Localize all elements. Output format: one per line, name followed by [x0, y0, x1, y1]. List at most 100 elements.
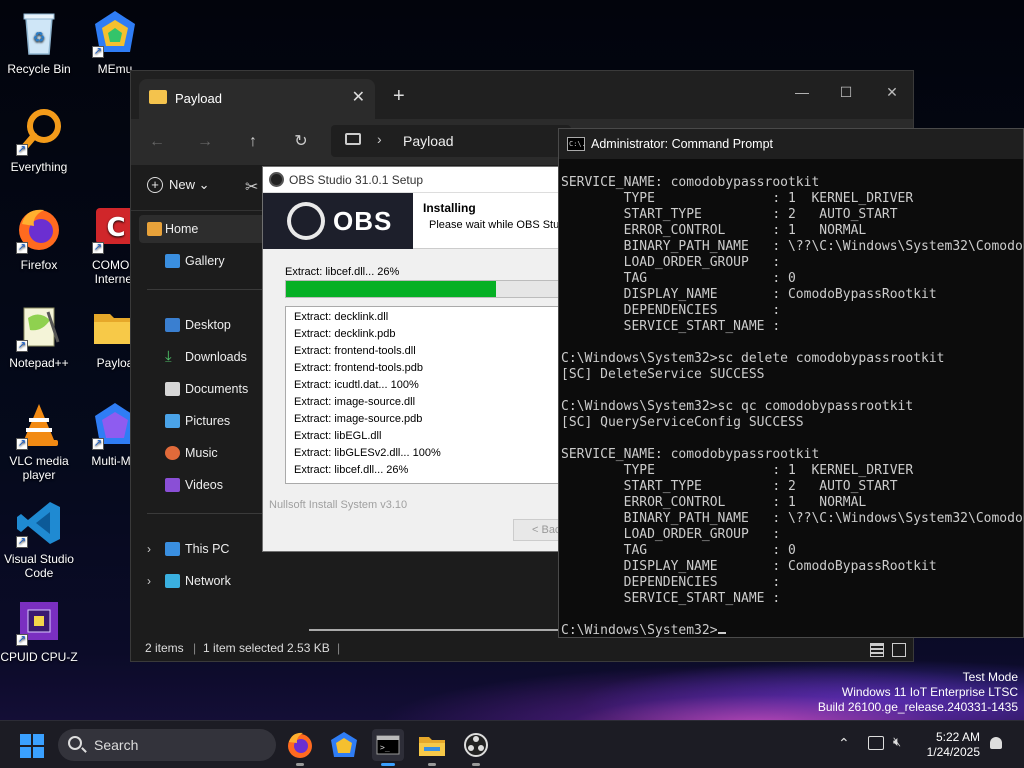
console-line: START_TYPE : 2 AUTO_START [561, 479, 898, 494]
shortcut-arrow-icon: ↗ [16, 634, 28, 646]
tiles-view-icon[interactable] [892, 643, 906, 657]
console-line: SERVICE_NAME: comodobypassrootkit [561, 175, 820, 190]
shortcut-arrow-icon: ↗ [92, 46, 104, 58]
desktop-icon-vlc[interactable]: ↗ VLC media player [0, 400, 78, 482]
console-line: TYPE : 1 KERNEL_DRIVER [561, 191, 914, 206]
taskbar-memu[interactable] [328, 729, 360, 761]
console-line: SERVICE_NAME: comodobypassrootkit [561, 447, 820, 462]
notification-bell-icon[interactable] [990, 737, 1002, 749]
close-window-button[interactable]: ✕ [869, 77, 915, 107]
details-view-icon[interactable] [870, 643, 884, 657]
shortcut-arrow-icon: ↗ [16, 438, 28, 450]
console-prompt-line[interactable]: C:\Windows\System32> [561, 623, 1023, 639]
search-label: Search [94, 737, 139, 753]
console-line: SERVICE_START_NAME : [561, 319, 781, 334]
watermark-line: Build 26100.ge_release.240331-1435 [817, 700, 1018, 714]
console-output[interactable]: SERVICE_NAME: comodobypassrootkit TYPE :… [561, 175, 1023, 639]
svg-text:C: C [106, 213, 125, 243]
cmd-icon: C:\. [567, 137, 586, 151]
address-bar[interactable]: › Payload [331, 125, 571, 157]
new-button[interactable]: + New ⌄ [147, 177, 210, 193]
explorer-tab-payload[interactable]: Payload ✕ [139, 79, 375, 119]
firefox-icon [288, 732, 312, 758]
log-line: Extract: frontend-tools.dll [294, 345, 416, 357]
shortcut-arrow-icon: ↗ [16, 340, 28, 352]
log-line: Extract: decklink.pdb [294, 328, 396, 340]
sidebar-item-label: Music [185, 446, 218, 460]
progress-fill [286, 281, 497, 297]
minimize-button[interactable]: — [779, 77, 825, 107]
sidebar-item-label: Pictures [185, 414, 231, 428]
back-button[interactable]: ← [143, 129, 171, 155]
console-line: DEPENDENCIES : [561, 575, 781, 590]
taskbar-command-prompt[interactable]: >_ [372, 729, 404, 766]
notepadpp-icon: ↗ [14, 302, 64, 352]
system-clock[interactable]: 5:22 AM 1/24/2025 [904, 730, 980, 760]
memu-icon: ↗ [90, 8, 140, 58]
sidebar-item-label: Home [165, 222, 199, 236]
obs-title-bar[interactable]: OBS Studio 31.0.1 Setup [263, 167, 571, 193]
installer-header: OBS Installing Please wait while OBS Stu… [263, 193, 574, 249]
sidebar-item-label: Network [185, 574, 231, 588]
test-mode-watermark: Test Mode Windows 11 IoT Enterprise LTSC… [818, 670, 1018, 715]
log-line: Extract: libGLESv2.dll... 100% [294, 447, 441, 459]
start-button[interactable] [20, 734, 44, 758]
windows-logo-icon [20, 734, 31, 745]
desktop-icon-recycle-bin[interactable]: ♻ Recycle Bin [0, 8, 78, 76]
console-line: SERVICE_START_NAME : [561, 591, 781, 606]
watermark-line: Test Mode [962, 670, 1018, 684]
console-line: [SC] QueryServiceConfig SUCCESS [561, 415, 804, 430]
everything-icon: ↗ [14, 106, 64, 156]
desktop-icon-memu[interactable]: ↗ MEmu [76, 8, 154, 76]
close-tab-icon[interactable]: ✕ [352, 87, 365, 107]
sidebar-item-network[interactable]: › Network [147, 567, 291, 595]
desktop-icon-everything[interactable]: ↗ Everything [0, 106, 78, 174]
active-indicator [381, 763, 395, 766]
obs-banner-logo: OBS [263, 193, 413, 249]
chevron-right-icon[interactable]: › [377, 131, 382, 147]
install-log[interactable]: Extract: decklink.dll Extract: decklink.p… [285, 306, 575, 484]
console-line: DISPLAY_NAME : ComodoBypassRootkit [561, 559, 937, 574]
taskbar-search[interactable]: Search [58, 729, 276, 761]
shortcut-arrow-icon: ↗ [92, 438, 104, 450]
sidebar-item-label: Gallery [185, 254, 225, 268]
obs-setup-window[interactable]: OBS Studio 31.0.1 Setup OBS Installing P… [262, 166, 575, 552]
forward-button[interactable]: → [191, 129, 219, 155]
breadcrumb[interactable]: Payload [403, 133, 454, 149]
up-button[interactable]: ↑ [239, 129, 267, 155]
network-status-icon[interactable] [868, 736, 884, 750]
console-line: DEPENDENCIES : [561, 303, 781, 318]
desktop-icon-firefox[interactable]: ↗ Firefox [0, 204, 78, 272]
chevron-right-icon[interactable]: › [147, 567, 151, 595]
new-tab-button[interactable]: + [393, 85, 405, 108]
console-line: [SC] DeleteService SUCCESS [561, 367, 765, 382]
desktop-icon-vscode[interactable]: ↗ Visual Studio Code [0, 498, 78, 580]
desktop-icon-notepadpp[interactable]: ↗ Notepad++ [0, 302, 78, 370]
maximize-button[interactable]: ☐ [823, 77, 869, 107]
console-line: TAG : 0 [561, 271, 796, 286]
console-lines: SERVICE_NAME: comodobypassrootkit TYPE :… [561, 175, 1023, 623]
chevron-up-icon[interactable]: ⌃ [838, 735, 850, 752]
cpuz-icon: ↗ [14, 596, 64, 646]
cut-icon[interactable]: ✂ [245, 177, 258, 197]
horizontal-scrollbar[interactable] [309, 629, 561, 631]
refresh-button[interactable]: ↻ [287, 129, 315, 155]
chevron-right-icon[interactable]: › [147, 535, 151, 563]
command-prompt-window[interactable]: C:\. Administrator: Command Prompt SERVI… [558, 128, 1024, 638]
taskbar-firefox[interactable] [284, 729, 316, 766]
cmd-title-bar[interactable]: C:\. Administrator: Command Prompt [559, 129, 1023, 159]
desktop-icon-cpuz[interactable]: ↗ CPUID CPU-Z [0, 596, 78, 664]
recycle-bin-icon: ♻ [14, 8, 64, 58]
taskbar-obs-setup[interactable] [460, 729, 492, 766]
desktop-icon-label: Recycle Bin [7, 62, 71, 76]
explorer-tab-bar: Payload ✕ + — ☐ ✕ [131, 71, 913, 119]
watermark-line: Windows 11 IoT Enterprise LTSC [841, 685, 1018, 699]
new-button-label: New [169, 177, 196, 192]
console-line: LOAD_ORDER_GROUP : [561, 255, 781, 270]
volume-muted-icon[interactable]: 🔇︎ [893, 734, 901, 750]
taskbar-file-explorer[interactable] [416, 729, 448, 766]
console-line: TYPE : 1 KERNEL_DRIVER [561, 463, 914, 478]
desktop-icon-label: Firefox [20, 258, 58, 272]
shortcut-arrow-icon: ↗ [16, 536, 28, 548]
this-pc-icon [165, 542, 180, 556]
